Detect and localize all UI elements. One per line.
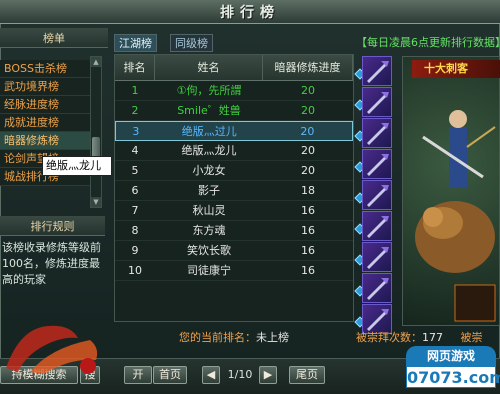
table-row[interactable]: 9 笑饮长歌 16 — [115, 241, 353, 261]
equipment-slot[interactable] — [354, 87, 398, 117]
progress-cell: 16 — [301, 244, 315, 257]
tab-tongji[interactable]: 同级榜 — [170, 34, 213, 52]
update-banner: 【每日凌晨6点更新排行数据】 — [356, 36, 500, 49]
watermark-top: 网页游戏 — [406, 346, 496, 366]
equipment-slot[interactable] — [354, 242, 398, 272]
scroll-up-icon[interactable]: ▲ — [91, 57, 101, 67]
watermark-bottom: 07073.com — [406, 366, 500, 388]
rules-heading-label: 排行规则 — [30, 219, 75, 233]
character-title: 十大刺客 — [412, 60, 500, 78]
header-name: 姓名 — [155, 55, 263, 80]
open-button[interactable]: 开 — [124, 366, 152, 384]
rank-cell: 5 — [131, 164, 139, 177]
my-rank-label: 您的当前排名： — [179, 331, 256, 344]
window-title: 排行榜 — [220, 4, 280, 21]
scroll-down-icon[interactable]: ▼ — [91, 197, 101, 207]
name-cell: Smile゜姓兽 — [177, 104, 241, 117]
page-indicator: 1/10 — [227, 368, 253, 381]
table-row[interactable]: 6 影子 18 — [115, 181, 353, 201]
progress-cell: 20 — [300, 125, 315, 138]
table-row[interactable]: 5 小龙女 20 — [115, 161, 353, 181]
progress-cell: 20 — [301, 144, 315, 157]
hidden-weapon-icon — [362, 273, 392, 303]
table-row[interactable]: 3 绝版灬过儿 20 — [115, 121, 353, 141]
header-progress: 暗器修炼进度 — [263, 55, 353, 80]
game-logo — [0, 318, 110, 376]
hidden-weapon-icon — [362, 149, 392, 179]
name-cell: 绝版灬龙儿 — [181, 144, 237, 157]
equipment-slot[interactable] — [354, 149, 398, 179]
table-row[interactable]: 10 司徒康宁 16 — [115, 261, 353, 281]
ranking-table: 排名 姓名 暗器修炼进度 1 ①佝，先所謂 20 2 Smile゜姓兽 20 3 绝版灬过儿 2… — [114, 54, 354, 322]
progress-cell: 16 — [301, 264, 315, 277]
table-row[interactable]: 8 东方魂 16 — [115, 221, 353, 241]
rank-cell: 9 — [131, 244, 139, 257]
hidden-weapon-icon — [362, 87, 392, 117]
progress-cell: 18 — [301, 184, 315, 197]
rank-cell: 3 — [132, 125, 140, 138]
category-item-wugong[interactable]: 武功境界榜 — [0, 78, 98, 96]
hidden-weapon-icon — [362, 118, 392, 148]
progress-cell: 20 — [301, 84, 315, 97]
category-item-anqi[interactable]: 暗器修炼榜 — [0, 132, 98, 150]
site-watermark: 网页游戏 07073.com — [392, 340, 500, 394]
player-name-tooltip: 绝版灬龙儿 — [42, 156, 112, 176]
last-page-button[interactable]: 尾页 — [289, 366, 325, 384]
window-titlebar: 排行榜 — [0, 0, 500, 24]
progress-cell: 16 — [301, 224, 315, 237]
rules-text: 该榜收录修炼等级前100名，修炼进度最高的玩家 — [2, 241, 101, 286]
hidden-weapon-icon — [362, 180, 392, 210]
table-row[interactable]: 1 ①佝，先所謂 20 — [115, 81, 353, 101]
name-cell: 小龙女 — [192, 164, 226, 177]
hidden-weapon-icon — [362, 211, 392, 241]
category-item-boss[interactable]: BOSS击杀榜 — [0, 60, 98, 78]
rank-cell: 10 — [128, 264, 142, 277]
hidden-weapon-icon — [362, 56, 392, 86]
progress-cell: 20 — [301, 104, 315, 117]
character-preview — [402, 56, 500, 326]
name-cell: 绝版灬过儿 — [181, 125, 237, 138]
name-cell: ①佝，先所謂 — [176, 84, 242, 97]
category-heading: 榜单 — [0, 28, 108, 48]
table-row[interactable]: 4 绝版灬龙儿 20 — [115, 141, 353, 161]
category-scrollbar[interactable]: ▲ ▼ — [90, 56, 102, 208]
category-item-chengjiu[interactable]: 成就进度榜 — [0, 114, 98, 132]
my-rank: 您的当前排名：未上榜 — [114, 328, 354, 348]
name-cell: 司徒康宁 — [187, 264, 231, 277]
my-rank-value: 未上榜 — [256, 331, 289, 344]
hidden-weapon-icon — [362, 242, 392, 272]
rank-cell: 6 — [131, 184, 139, 197]
header-rank: 排名 — [115, 55, 155, 80]
equipment-slot[interactable] — [354, 56, 398, 86]
rank-cell: 1 — [131, 84, 139, 97]
table-row[interactable]: 2 Smile゜姓兽 20 — [115, 101, 353, 121]
name-cell: 影子 — [198, 184, 220, 197]
next-page-icon[interactable]: ▶ — [259, 366, 277, 384]
prev-page-icon[interactable]: ◀ — [202, 366, 220, 384]
table-header: 排名 姓名 暗器修炼进度 — [115, 55, 353, 81]
equipment-slot[interactable] — [354, 211, 398, 241]
tab-jianghu[interactable]: 江湖榜 — [114, 34, 157, 52]
equipment-slot[interactable] — [354, 118, 398, 148]
category-item-jingmai[interactable]: 经脉进度榜 — [0, 96, 98, 114]
name-cell: 东方魂 — [192, 224, 226, 237]
rank-cell: 2 — [131, 104, 139, 117]
rules-heading: 排行规则 — [0, 216, 105, 236]
rank-cell: 8 — [131, 224, 139, 237]
progress-cell: 20 — [301, 164, 315, 177]
table-body: 1 ①佝，先所謂 20 2 Smile゜姓兽 20 3 绝版灬过儿 20 4 绝版灬龙儿 20 5 小龙女… — [115, 81, 353, 281]
table-row[interactable]: 7 秋山灵 16 — [115, 201, 353, 221]
rank-cell: 7 — [131, 204, 139, 217]
equipment-slot[interactable] — [354, 273, 398, 303]
equipment-slot[interactable] — [354, 180, 398, 210]
category-heading-label: 榜单 — [43, 31, 65, 45]
name-cell: 秋山灵 — [192, 204, 226, 217]
first-page-button[interactable]: 首页 — [153, 366, 187, 384]
progress-cell: 16 — [301, 204, 315, 217]
equipment-column — [354, 56, 400, 335]
name-cell: 笑饮长歌 — [187, 244, 231, 257]
rank-cell: 4 — [131, 144, 139, 157]
